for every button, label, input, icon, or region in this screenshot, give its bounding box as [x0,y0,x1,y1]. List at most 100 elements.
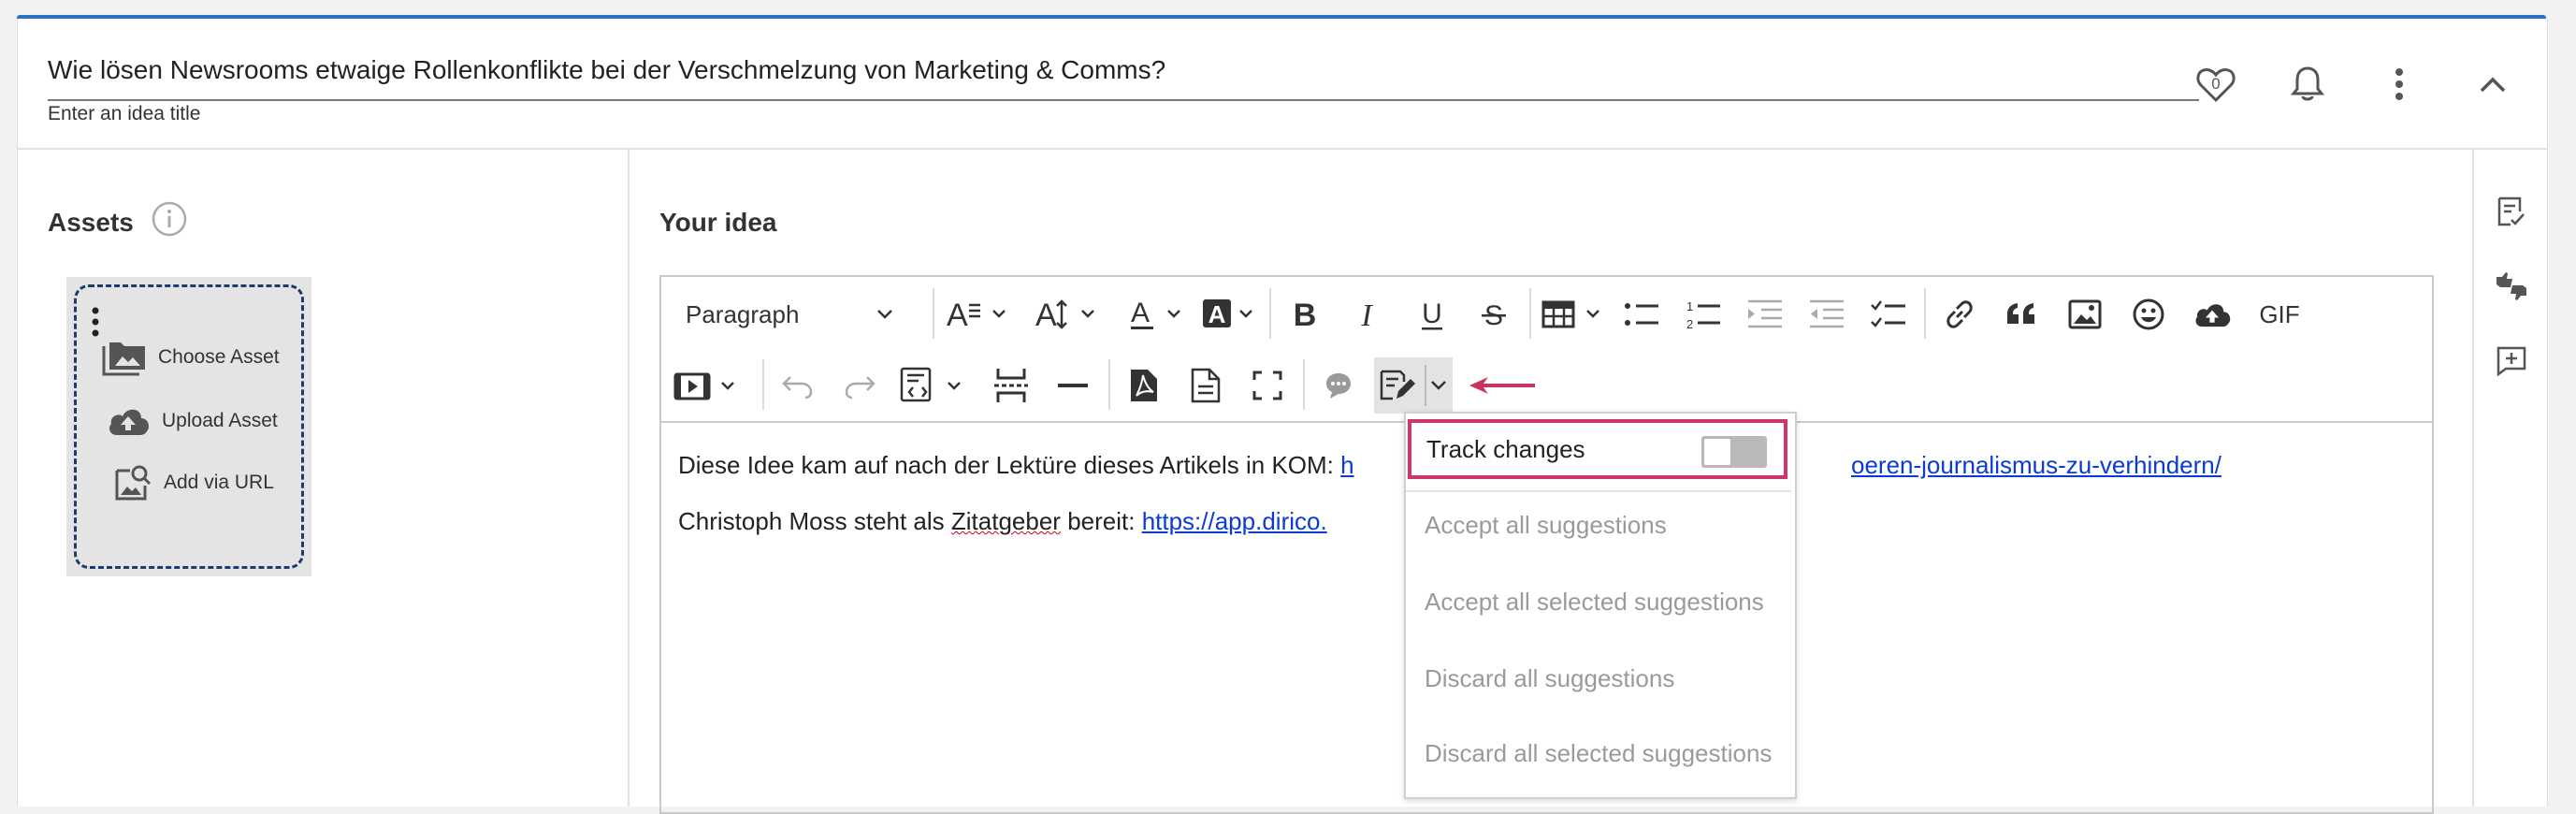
horizontal-line-button[interactable] [1047,359,1099,412]
spellcheck-word[interactable]: Zitatgeber [951,507,1061,535]
svg-text:B: B [1294,298,1317,331]
italic-icon: I [1360,298,1373,331]
bullet-list-icon [1625,303,1658,326]
bold-button[interactable]: B [1279,288,1331,341]
svg-text:I: I [1360,298,1373,331]
font-family-icon: A [1035,298,1094,333]
redo-button[interactable] [833,359,886,412]
font-size-button[interactable]: A [942,288,1017,341]
accept-all-selected-suggestions[interactable]: Accept all selected suggestions [1425,588,1764,617]
editor-toolbar: Paragraph A A A A B I U S 1 2 GIF [659,275,2434,423]
block-quote-button[interactable] [1995,288,2048,341]
link-icon [1946,300,1973,328]
image-folder-icon [102,342,145,376]
bulleted-list-button[interactable] [1615,288,1668,341]
your-idea-heading: Your idea [659,208,777,237]
outdent-button[interactable] [1801,288,1853,341]
collapse-button[interactable] [2467,58,2519,110]
fullscreen-button[interactable] [1241,359,1294,412]
accept-all-suggestions[interactable]: Accept all suggestions [1425,511,1667,540]
strikethrough-icon: S [1482,300,1506,331]
assets-heading: Assets [48,208,134,237]
insert-link-button[interactable] [1933,288,1986,341]
title-area: Enter an idea title 0 [18,19,2547,150]
like-button[interactable]: 0 [2190,58,2242,110]
line-1-text: Diese Idee kam auf nach der Lektüre dies… [678,451,1341,479]
thumbs-up-down-icon [2496,272,2526,300]
indent-icon [1748,299,1782,328]
numbered-list-button[interactable]: 1 2 [1677,288,1729,341]
content-line-1-visible-tail: oeren-journalismus-zu-verhindern/ [1851,451,2221,480]
upload-asset-button[interactable]: Upload Asset [106,400,278,442]
undo-button[interactable] [772,359,824,412]
track-changes-toggle-row[interactable]: Track changes [1408,419,1787,479]
assets-panel: Assets Choose Asset Upload Asset Add via… [18,150,630,807]
bold-icon: B [1294,298,1317,331]
drag-handle-icon[interactable] [91,307,100,343]
discard-all-suggestions[interactable]: Discard all suggestions [1425,664,1674,693]
svg-text:U: U [1422,298,1442,329]
insert-table-button[interactable] [1537,288,1612,341]
track-changes-switch[interactable] [1701,436,1767,468]
add-via-url-button[interactable]: Add via URL [113,462,274,503]
article-link-start[interactable]: h [1340,451,1353,479]
svg-text:A: A [1035,298,1057,333]
export-pdf-button[interactable] [1118,359,1170,412]
svg-text:2: 2 [1686,317,1693,331]
choose-asset-label: Choose Asset [158,346,280,368]
numbered-list-icon: 1 2 [1686,299,1720,331]
chevron-up-icon [2480,77,2506,93]
choose-asset-button[interactable]: Choose Asset [102,337,280,378]
track-changes-button[interactable] [1374,357,1453,414]
discard-all-selected-suggestions[interactable]: Discard all selected suggestions [1425,739,1772,768]
strikethrough-button[interactable]: S [1468,288,1520,341]
right-rail [2472,150,2549,807]
votes-panel-button[interactable] [2485,260,2538,313]
add-via-url-label: Add via URL [164,472,274,493]
svg-text:A: A [947,298,968,333]
font-size-icon: A [947,298,1006,333]
split-divider [1425,365,1426,406]
paragraph-style-select[interactable]: Paragraph [671,288,914,341]
insert-gif-button[interactable]: GIF [2250,288,2309,341]
insert-image-button[interactable] [2059,288,2111,341]
gif-label: GIF [2259,299,2300,328]
assets-info-button[interactable] [149,198,190,240]
italic-button[interactable]: I [1340,288,1393,341]
idea-title-input[interactable] [48,49,2199,101]
horizontal-line-icon [1058,384,1088,387]
page-break-icon [994,369,1028,402]
source-code-button[interactable] [897,359,972,412]
export-word-button[interactable] [1179,359,1232,412]
upload-file-button[interactable] [2186,288,2238,341]
todo-list-button[interactable] [1862,288,1915,341]
dropdown-divider [1406,490,1791,492]
document-icon [1191,368,1221,403]
underline-button[interactable]: U [1406,288,1458,341]
content-line-2: Christoph Moss steht als Zitatgeber bere… [678,507,1327,536]
media-embed-button[interactable] [671,359,745,412]
page-break-button[interactable] [985,359,1037,412]
font-color-button[interactable]: A [1126,288,1192,341]
more-options-button[interactable] [2373,58,2425,110]
upload-asset-label: Upload Asset [162,410,278,431]
indent-button[interactable] [1739,288,1791,341]
article-link-end[interactable]: oeren-journalismus-zu-verhindern/ [1851,451,2221,479]
notifications-button[interactable] [2281,58,2334,110]
insert-emoji-button[interactable] [2122,288,2175,341]
fullscreen-icon [1252,371,1282,400]
heart-icon: 0 [2196,68,2236,103]
annotation-arrow [1468,374,1539,401]
info-icon [152,201,187,237]
background-color-button[interactable]: A [1198,288,1264,341]
undo-icon [782,376,813,400]
track-changes-dropdown: Track changes Accept all suggestions Acc… [1404,412,1797,799]
font-family-button[interactable]: A [1031,288,1106,341]
dirico-link[interactable]: https://app.dirico. [1142,507,1327,535]
pdf-icon [1131,370,1157,401]
asset-dropzone[interactable]: Choose Asset Upload Asset Add via URL [66,277,311,576]
add-comment-panel-button[interactable] [2485,335,2538,387]
review-panel-button[interactable] [2485,185,2538,238]
comment-button[interactable] [1312,359,1365,412]
document-check-icon [2497,196,2525,226]
